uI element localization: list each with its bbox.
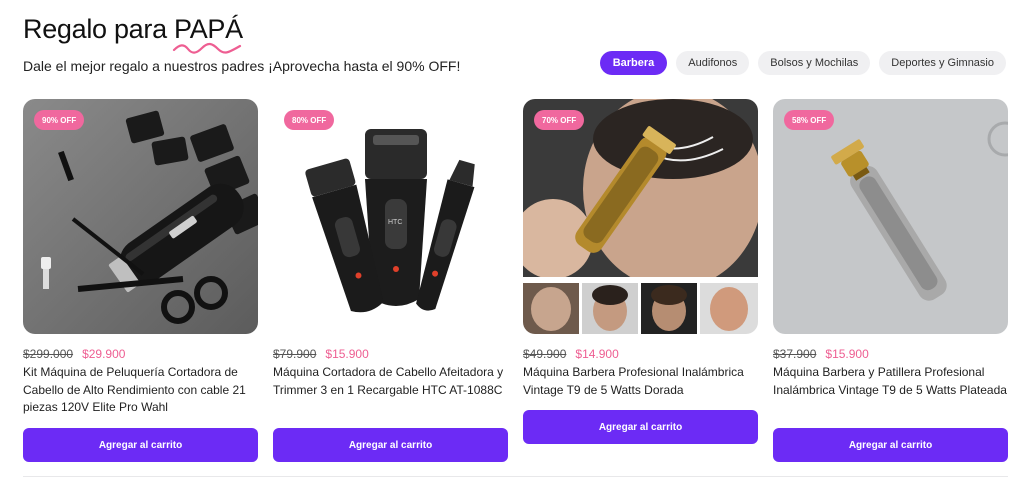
category-filter: Barbera Audifonos Bolsos y Mochilas Depo… [599,51,1006,75]
price-row: $299.000 $29.900 [23,347,125,361]
title-highlight: PAPÁ [172,14,243,54]
discount-badge: 70% OFF [534,110,585,130]
product-name[interactable]: Máquina Barbera y Patillera Profesional … [773,364,1008,399]
product-image-link[interactable]: 58% OFF [773,99,1008,334]
price-row: $79.900 $15.900 [273,347,369,361]
product-name[interactable]: Máquina Barbera Profesional Inalámbrica … [523,364,758,399]
product-grid: 90% OFF $299.000 $29.900 Kit Máquina de … [23,99,1008,463]
sale-price: $29.900 [82,347,126,361]
price-row: $49.900 $14.900 [523,347,619,361]
gold-t9-trimmer-image [523,99,758,334]
chip-bolsos-y-mochilas[interactable]: Bolsos y Mochilas [758,51,871,75]
original-price: $37.900 [773,347,817,361]
section-header: Regalo para PAPÁ Dale el mejor regalo a … [23,14,460,74]
silver-t9-trimmer-image [773,99,1008,334]
title-prefix: Regalo para [23,14,175,44]
product-image-link[interactable]: 90% OFF [23,99,258,334]
discount-badge: 90% OFF [34,110,85,130]
product-image-link[interactable]: 70% OFF [523,99,758,334]
htc-logo-text: HTC [388,219,402,226]
sale-price: $15.900 [325,347,369,361]
hair-clipper-kit-image [23,99,258,334]
discount-badge: 58% OFF [784,110,835,130]
sale-price: $14.900 [575,347,619,361]
product-card: 90% OFF $299.000 $29.900 Kit Máquina de … [23,99,258,463]
original-price: $299.000 [23,347,74,361]
product-name[interactable]: Máquina Cortadora de Cabello Afeitadora … [273,364,508,399]
price-row: $37.900 $15.900 [773,347,869,361]
add-to-cart-button[interactable]: Agregar al carrito [773,428,1008,462]
page-subtitle: Dale el mejor regalo a nuestros padres ¡… [23,58,461,74]
section-divider [23,476,1008,477]
product-name[interactable]: Kit Máquina de Peluquería Cortadora de C… [23,364,258,417]
discount-badge: 80% OFF [284,110,335,130]
original-price: $79.900 [273,347,317,361]
sale-price: $15.900 [825,347,869,361]
product-image-link[interactable]: 80% OFF HTC [273,99,508,334]
product-card: 70% OFF $49.900 $14.900 Máquina Barbera … [523,99,758,463]
add-to-cart-button[interactable]: Agregar al carrito [523,410,758,444]
chip-audifonos[interactable]: Audifonos [676,51,750,75]
product-card: 58% OFF $37.900 $15.900 Máquina Barbera … [773,99,1008,463]
page-title: Regalo para PAPÁ [23,14,243,54]
chip-deportes-y-gimnasio[interactable]: Deportes y Gimnasio [879,51,1006,75]
chip-barbera[interactable]: Barbera [599,51,668,75]
original-price: $49.900 [523,347,567,361]
product-card: 80% OFF HTC $79.900 $15.900 Máquina Cort… [273,99,508,463]
add-to-cart-button[interactable]: Agregar al carrito [23,428,258,462]
add-to-cart-button[interactable]: Agregar al carrito [273,428,508,462]
squiggle-underline-icon [172,42,242,54]
three-in-one-trimmer-image: HTC [273,99,508,334]
